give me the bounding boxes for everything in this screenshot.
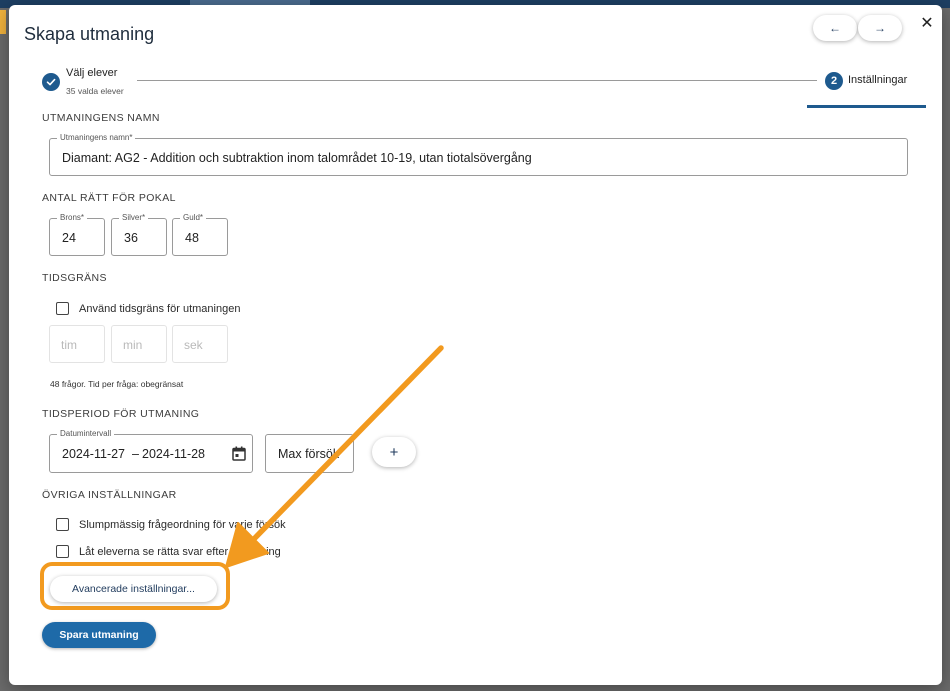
max-attempts-placeholder: Max försök <box>278 447 340 461</box>
section-heading-name: UTMANINGENS NAMN <box>42 112 160 124</box>
stepper-connector <box>137 80 817 81</box>
time-limit-checkbox[interactable] <box>56 302 69 315</box>
silver-value: 36 <box>124 231 138 245</box>
previous-step-button[interactable]: ← <box>813 15 857 41</box>
section-heading-trophy: ANTAL RÄTT FÖR POKAL <box>42 192 176 204</box>
minutes-field[interactable]: min <box>111 325 167 363</box>
time-limit-note: 48 frågor. Tid per fråga: obegränsat <box>50 379 184 389</box>
gold-label: Guld* <box>180 213 207 223</box>
random-order-label: Slumpmässig frågeordning för varje försö… <box>79 519 286 531</box>
date-range-label: Datumintervall <box>57 429 115 439</box>
arrow-left-icon: ← <box>829 21 841 35</box>
seconds-placeholder: sek <box>184 338 203 352</box>
calendar-icon[interactable] <box>232 446 246 466</box>
show-answers-label: Låt eleverna se rätta svar efter avslutn… <box>79 546 281 558</box>
challenge-name-field[interactable]: Utmaningens namn* Diamant: AG2 - Additio… <box>49 133 908 176</box>
arrow-right-icon: → <box>874 21 886 35</box>
step1-title: Välj elever <box>66 67 118 79</box>
bronze-field[interactable]: Brons* 24 <box>49 213 105 256</box>
random-order-checkbox[interactable] <box>56 518 69 531</box>
gold-value: 48 <box>185 231 199 245</box>
create-challenge-dialog: Skapa utmaning ← → ✕ Välj elever 35 vald… <box>9 5 942 685</box>
bronze-value: 24 <box>62 231 76 245</box>
app-logo-backdrop <box>0 10 6 34</box>
close-icon[interactable]: ✕ <box>917 14 937 34</box>
minutes-placeholder: min <box>123 338 143 352</box>
advanced-settings-button[interactable]: Avancerade inställningar... <box>50 576 217 602</box>
date-end: 2024-11-28 <box>142 447 206 461</box>
dialog-title: Skapa utmaning <box>24 24 155 44</box>
step-settings[interactable]: 2 <box>825 72 843 90</box>
section-heading-period: TIDSPERIOD FÖR UTMANING <box>42 408 200 420</box>
plus-icon: + <box>389 443 399 461</box>
active-step-indicator <box>807 105 926 108</box>
max-attempts-field[interactable]: Max försök <box>265 434 354 473</box>
seconds-field[interactable]: sek <box>172 325 228 363</box>
show-answers-checkbox[interactable] <box>56 545 69 558</box>
next-step-button[interactable]: → <box>858 15 902 41</box>
silver-field[interactable]: Silver* 36 <box>111 213 167 256</box>
date-separator: – <box>132 447 139 461</box>
step2-number: 2 <box>825 72 843 90</box>
date-start: 2024-11-27 <box>62 447 126 461</box>
step2-title: Inställningar <box>848 74 908 86</box>
section-heading-time-limit: TIDSGRÄNS <box>42 272 107 284</box>
step-select-students[interactable] <box>42 73 60 91</box>
challenge-name-label: Utmaningens namn* <box>57 133 136 143</box>
save-challenge-button[interactable]: Spara utmaning <box>42 622 156 648</box>
challenge-name-value: Diamant: AG2 - Addition och subtraktion … <box>62 151 532 165</box>
bronze-label: Brons* <box>57 213 88 223</box>
section-heading-other: ÖVRIGA INSTÄLLNINGAR <box>42 489 177 501</box>
time-limit-checkbox-label: Använd tidsgräns för utmaningen <box>79 303 241 315</box>
add-button[interactable]: + <box>372 437 416 467</box>
gold-field[interactable]: Guld* 48 <box>172 213 228 256</box>
check-icon <box>42 73 60 91</box>
hours-field[interactable]: tim <box>49 325 105 363</box>
silver-label: Silver* <box>119 213 149 223</box>
step1-subtitle: 35 valda elever <box>66 86 124 96</box>
hours-placeholder: tim <box>61 338 77 352</box>
date-range-field[interactable]: Datumintervall 2024-11-27 – 2024-11-28 <box>49 429 253 473</box>
